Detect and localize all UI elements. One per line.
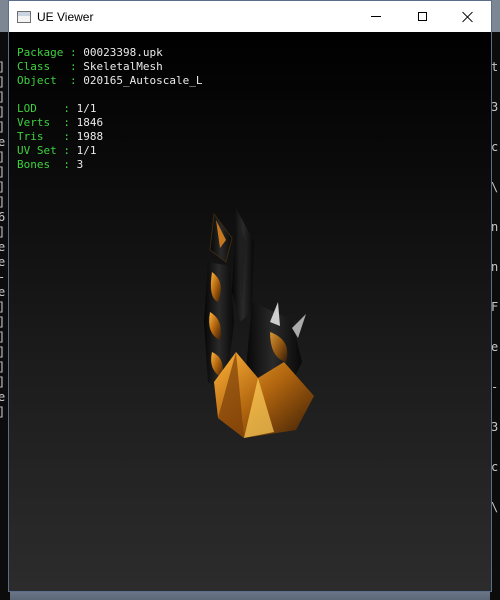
console-glyph: e (0, 135, 6, 149)
app-icon (17, 10, 31, 23)
maximize-button[interactable] (399, 1, 445, 32)
console-glyph: ] (0, 120, 5, 134)
console-glyph: ] (0, 375, 5, 389)
console-glyph: e (0, 255, 6, 269)
console-glyph: ] (0, 90, 5, 104)
console-glyph: e (0, 390, 6, 404)
info-label: LOD : (17, 102, 77, 115)
info-row-lod: LOD : 1/1 (17, 102, 202, 116)
info-label: Package : (17, 46, 84, 59)
window-title: UE Viewer (37, 9, 94, 24)
console-glyph: F (491, 300, 499, 314)
console-glyph: ] (0, 315, 5, 329)
console-glyph: ] (0, 150, 5, 164)
close-button[interactable] (445, 1, 491, 32)
info-value: 00023398.upk (83, 46, 163, 59)
console-glyph: n (491, 260, 499, 274)
console-glyph: e (491, 340, 499, 354)
console-glyph: ] (0, 195, 5, 209)
info-row-uv-set: UV Set : 1/1 (17, 144, 202, 158)
console-glyph: \ (491, 500, 499, 514)
info-label: Tris : (17, 130, 77, 143)
info-value: 1/1 (76, 102, 97, 115)
info-value: SkeletalMesh (83, 60, 163, 73)
info-label: Verts : (17, 116, 77, 129)
minimize-button[interactable] (353, 1, 399, 32)
console-glyph: ] (0, 345, 5, 359)
console-glyph: c (491, 140, 499, 154)
title-bar[interactable]: UE Viewer (9, 1, 491, 32)
info-row-tris: Tris : 1988 (17, 130, 202, 144)
console-glyph: 3 (491, 100, 499, 114)
info-row-package: Package : 00023398.upk (17, 46, 202, 60)
console-glyph: - (0, 270, 5, 284)
info-label: UV Set : (17, 144, 77, 157)
console-glyph: ] (0, 330, 5, 344)
console-glyph: ] (0, 75, 5, 89)
console-glyph: e (0, 240, 6, 254)
3d-viewport[interactable]: Package : 00023398.upk Class : SkeletalM… (9, 32, 491, 591)
console-glyph: - (491, 380, 499, 394)
info-value: 1988 (76, 130, 104, 143)
console-glyph: ] (0, 165, 5, 179)
info-value: 3 (76, 158, 84, 171)
skeletal-mesh-render (204, 208, 314, 438)
info-row-bones: Bones : 3 (17, 158, 202, 172)
info-label: Class : (17, 60, 84, 73)
console-glyph: n (491, 220, 499, 234)
console-glyph: t (491, 60, 499, 74)
ue-viewer-window: UE Viewer Package : 00023398.upk Class :… (8, 0, 492, 592)
info-value: 1846 (76, 116, 104, 129)
console-glyph: ] (0, 105, 5, 119)
info-label: Bones : (17, 158, 77, 171)
mesh-info-overlay: Package : 00023398.upk Class : SkeletalM… (17, 46, 202, 172)
console-glyph: ] (0, 405, 5, 419)
info-row-object: Object : 020165_Autoscale_L (17, 74, 202, 88)
info-label: Object : (17, 74, 84, 87)
info-value: 1/1 (76, 144, 97, 157)
console-glyph: e (0, 285, 6, 299)
console-glyph: c (491, 460, 499, 474)
console-glyph: 6 (0, 210, 6, 224)
console-glyph: 3 (491, 420, 499, 434)
console-glyph: \ (491, 180, 499, 194)
console-glyph: ] (0, 180, 5, 194)
console-glyph: ] (0, 360, 5, 374)
info-row-class: Class : SkeletalMesh (17, 60, 202, 74)
minimize-icon (371, 16, 381, 17)
info-value: 020165_Autoscale_L (83, 74, 203, 87)
maximize-icon (417, 12, 427, 21)
info-row-verts: Verts : 1846 (17, 116, 202, 130)
console-glyph: ] (0, 60, 5, 74)
console-glyph: ] (0, 225, 5, 239)
close-icon (462, 11, 474, 23)
console-glyph: ] (0, 300, 5, 314)
